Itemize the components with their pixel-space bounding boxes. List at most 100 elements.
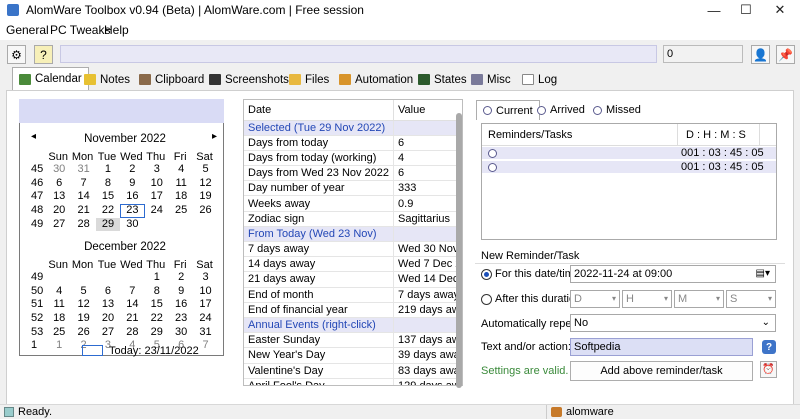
help-notes-icon[interactable]: ?: [34, 45, 53, 64]
repeat-select[interactable]: No ⌄: [570, 314, 776, 332]
table-row[interactable]: Valentine's Day 83 days away: [244, 363, 462, 379]
calendar-day[interactable]: 27: [47, 218, 71, 232]
tab-missed[interactable]: Missed: [587, 100, 647, 120]
calendar-day[interactable]: 20: [47, 204, 71, 218]
calendar-day[interactable]: 28: [71, 218, 95, 232]
calendar-day[interactable]: 12: [193, 177, 217, 191]
calendar-day[interactable]: 29: [95, 217, 121, 232]
calendar-day[interactable]: 25: [169, 204, 193, 218]
tab-states[interactable]: States: [412, 69, 473, 90]
calendar-day[interactable]: 17: [193, 298, 217, 312]
tab-clipboard[interactable]: Clipboard: [133, 69, 210, 90]
calendar-day[interactable]: 7: [71, 177, 95, 191]
calendar-day[interactable]: 24: [145, 204, 169, 218]
help-icon[interactable]: ?: [762, 340, 776, 354]
calendar-day[interactable]: 4: [47, 285, 71, 299]
calendar-day[interactable]: 26: [193, 204, 217, 218]
calendar-day[interactable]: 11: [47, 298, 71, 312]
calendar-day[interactable]: 24: [193, 312, 217, 326]
menu-general[interactable]: General: [6, 23, 49, 37]
calendar-day[interactable]: 26: [71, 326, 95, 340]
calendar-day[interactable]: 31: [71, 163, 95, 177]
radio-duration[interactable]: After this duration:: [481, 293, 584, 305]
table-section-row[interactable]: From Today (Wed 23 Nov): [244, 226, 462, 243]
table-row[interactable]: New Year's Day 39 days away: [244, 347, 462, 364]
today-label[interactable]: Today: 23/11/2022: [109, 345, 199, 357]
calendar-day[interactable]: 1: [47, 339, 71, 353]
calendar-day[interactable]: 7: [120, 285, 144, 299]
calendar-day[interactable]: 30: [120, 218, 144, 232]
calendar-day[interactable]: 3: [145, 163, 169, 177]
col-countdown[interactable]: D : H : M : S: [678, 123, 760, 146]
calendar-day[interactable]: 22: [96, 204, 120, 218]
col-reminders-tasks[interactable]: Reminders/Tasks: [482, 123, 678, 146]
table-row[interactable]: 21 days awayWed 14 Dec 2022: [244, 271, 462, 288]
tab-screenshots[interactable]: Screenshots: [203, 69, 295, 90]
duration-hours[interactable]: H ▾: [622, 290, 672, 308]
table-section-row[interactable]: Selected (Tue 29 Nov 2022): [244, 120, 462, 136]
text-action-input[interactable]: Softpedia: [570, 338, 753, 356]
calendar-day[interactable]: 2: [169, 271, 193, 285]
user-icon[interactable]: 👤: [751, 45, 770, 64]
calendar-day[interactable]: 14: [71, 190, 95, 204]
calendar-day[interactable]: 4: [169, 163, 193, 177]
calendar-day[interactable]: 21: [71, 204, 95, 218]
calendar-day[interactable]: 23: [120, 204, 145, 218]
calendar-day[interactable]: 17: [145, 190, 169, 204]
date-time-picker[interactable]: 2022-11-24 at 09:00 ▤▾: [570, 265, 776, 283]
col-header-date[interactable]: Date: [244, 100, 395, 121]
calendar-day[interactable]: 20: [96, 312, 120, 326]
tab-arrived[interactable]: Arrived: [531, 100, 591, 120]
calendar-day[interactable]: 30: [169, 326, 193, 340]
table-row[interactable]: Days from today 6: [244, 135, 462, 151]
table-scrollbar[interactable]: [456, 113, 462, 388]
calendar-day[interactable]: 13: [96, 298, 120, 312]
radio-date-time[interactable]: For this date/time:: [481, 268, 583, 280]
menu-help[interactable]: Help: [104, 23, 129, 37]
calendar-day[interactable]: 6: [96, 285, 120, 299]
tab-files[interactable]: Files: [283, 69, 335, 90]
table-row[interactable]: Easter Sunday137 days away: [244, 332, 462, 349]
calendar-day[interactable]: 28: [120, 326, 144, 340]
duration-seconds[interactable]: S ▾: [726, 290, 776, 308]
calendar-dropdown-icon[interactable]: ▤▾: [756, 266, 770, 282]
calendar-day[interactable]: 12: [71, 298, 95, 312]
tab-log[interactable]: Log: [516, 69, 563, 90]
calendar-day[interactable]: 3: [193, 271, 217, 285]
table-row[interactable]: Days from Wed 23 Nov 2022 6: [244, 165, 462, 182]
calendar-day[interactable]: 10: [145, 177, 169, 191]
add-reminder-button[interactable]: Add above reminder/task: [570, 361, 753, 381]
calendar-day[interactable]: 18: [47, 312, 71, 326]
alarm-clock-icon[interactable]: ⏰: [760, 361, 777, 378]
calendar-day[interactable]: 19: [193, 190, 217, 204]
table-row[interactable]: April Fool's Day129 days away: [244, 378, 462, 385]
tab-misc[interactable]: Misc: [465, 69, 517, 90]
calendar-day[interactable]: 6: [47, 177, 71, 191]
table-section-row[interactable]: Annual Events (right-click): [244, 317, 462, 334]
calendar-day[interactable]: 14: [120, 298, 144, 312]
calendar-day[interactable]: 16: [120, 190, 144, 204]
calendar-day[interactable]: 15: [96, 190, 120, 204]
table-row[interactable]: Zodiac sign Sagittarius: [244, 211, 462, 227]
table-row[interactable]: 14 days awayWed 7 Dec 2022: [244, 256, 462, 273]
tab-automation[interactable]: Automation: [333, 69, 419, 90]
table-row[interactable]: End of month 7 days away: [244, 287, 462, 303]
calendar-day[interactable]: 13: [47, 190, 71, 204]
calendar-day[interactable]: 31: [193, 326, 217, 340]
table-row[interactable]: End of financial year219 days away: [244, 302, 462, 318]
calendar-day[interactable]: 5: [71, 285, 95, 299]
calendar-day[interactable]: 19: [71, 312, 95, 326]
calendar-day[interactable]: 30: [47, 163, 71, 177]
table-row[interactable]: Weeks away 0.9: [244, 195, 462, 212]
menu-pc-tweaks[interactable]: PC Tweaks: [50, 23, 110, 37]
calendar-day[interactable]: 15: [145, 298, 169, 312]
duration-days[interactable]: D ▾: [570, 290, 620, 308]
reminder-row[interactable]: 001 : 03 : 45 : 05: [482, 147, 776, 159]
calendar-day[interactable]: 27: [96, 326, 120, 340]
command-bar-input[interactable]: [60, 45, 657, 63]
calendar-day[interactable]: 23: [169, 312, 193, 326]
calendar-day[interactable]: 22: [145, 312, 169, 326]
close-button[interactable]: ✕: [760, 0, 800, 20]
reminder-row[interactable]: 001 : 03 : 45 : 05: [482, 161, 776, 173]
calendar-day[interactable]: 11: [169, 177, 193, 191]
